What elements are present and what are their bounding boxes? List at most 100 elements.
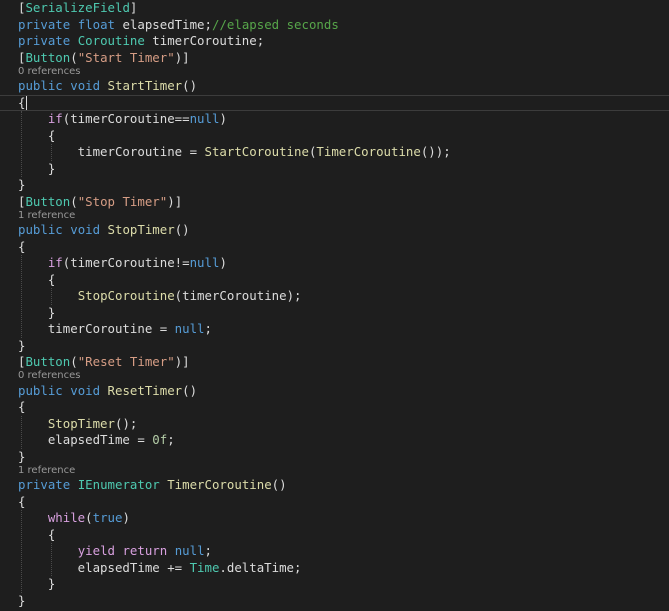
- code-line[interactable]: [SerializeField]: [0, 0, 669, 16]
- token-keyword: private: [18, 33, 71, 48]
- code-line[interactable]: timerCoroutine = StartCoroutine(TimerCor…: [0, 144, 669, 160]
- code-line[interactable]: }: [0, 576, 669, 592]
- code-line[interactable]: public void ResetTimer(): [0, 383, 669, 399]
- indent-guide: [21, 415, 22, 449]
- code-line[interactable]: if(timerCoroutine!=null): [0, 255, 669, 271]
- code-line[interactable]: private Coroutine timerCoroutine;: [0, 33, 669, 49]
- code-line[interactable]: [Button("Start Timer")]: [0, 50, 669, 66]
- code-line[interactable]: elapsedTime = 0f;: [0, 432, 669, 448]
- token-plain: }: [18, 448, 26, 464]
- token-plain: {: [18, 127, 56, 143]
- indent-guide: [50, 288, 52, 305]
- token-plain: (): [182, 382, 198, 398]
- code-line[interactable]: public void StopTimer(): [0, 222, 669, 238]
- code-line[interactable]: {: [0, 128, 669, 144]
- token-type: IEnumerator: [77, 477, 160, 492]
- token-plain: )]: [174, 49, 190, 65]
- code-line[interactable]: [Button("Reset Timer")]: [0, 354, 669, 370]
- token-plain: (timerCoroutine!=: [62, 255, 190, 270]
- token-plain: timerCoroutine;: [144, 33, 265, 48]
- token-plain: (: [85, 510, 93, 525]
- token-plain: )]: [167, 193, 183, 209]
- token-control: return: [122, 543, 168, 558]
- token-plain: }: [18, 576, 56, 591]
- token-keyword: float: [77, 16, 115, 32]
- code-line[interactable]: {: [0, 399, 669, 415]
- token-comment: //elapsed seconds: [211, 16, 339, 32]
- token-plain: (timerCoroutine==: [62, 111, 190, 126]
- token-plain: (: [70, 49, 78, 65]
- token-method: StartTimer: [107, 78, 183, 93]
- token-string: "Start Timer": [77, 49, 175, 65]
- token-plain: (): [182, 78, 198, 93]
- code-editor[interactable]: [SerializeField] private float elapsedTim…: [0, 0, 669, 611]
- token-plain: {: [18, 526, 56, 542]
- token-keyword: public: [18, 78, 63, 93]
- token-type: Button: [25, 354, 71, 369]
- indent-guide: [21, 111, 22, 177]
- token-plain: (): [271, 477, 287, 492]
- codelens-references[interactable]: 0 references: [18, 370, 81, 382]
- code-line[interactable]: while(true): [0, 510, 669, 526]
- token-plain: {: [18, 94, 26, 110]
- token-method: StopTimer: [107, 222, 175, 237]
- code-line[interactable]: if(timerCoroutine==null): [0, 111, 669, 127]
- token-plain: (: [70, 354, 78, 369]
- codelens-references[interactable]: 1 reference: [18, 210, 75, 222]
- codelens-references[interactable]: 0 references: [18, 66, 81, 78]
- token-plain: )]: [174, 354, 190, 369]
- code-line[interactable]: private IEnumerator TimerCoroutine(): [0, 477, 669, 493]
- code-line[interactable]: private float elapsedTime;//elapsed seco…: [0, 17, 669, 33]
- token-plain: }: [18, 160, 56, 176]
- code-line[interactable]: }: [0, 305, 669, 321]
- indent-guide: [50, 144, 52, 161]
- token-control: yield: [77, 543, 115, 558]
- code-line[interactable]: timerCoroutine = null;: [0, 321, 669, 337]
- codelens-references[interactable]: 1 reference: [18, 465, 75, 477]
- token-plain: {: [18, 238, 26, 254]
- token-plain: {: [18, 493, 26, 509]
- token-plain: .deltaTime;: [219, 559, 302, 575]
- code-line[interactable]: StopTimer();: [0, 416, 669, 432]
- token-type: SerializeField: [25, 0, 130, 15]
- token-keyword: public: [18, 222, 63, 237]
- indent-guide: [21, 255, 22, 338]
- code-line[interactable]: {: [0, 239, 669, 255]
- code-line[interactable]: elapsedTime += Time.deltaTime;: [0, 560, 669, 576]
- code-line[interactable]: [Button("Stop Timer")]: [0, 194, 669, 210]
- code-line[interactable]: }: [0, 177, 669, 193]
- code-line[interactable]: }: [0, 449, 669, 465]
- code-line-current[interactable]: {: [0, 94, 669, 111]
- token-plain: ();: [114, 415, 138, 431]
- token-method: TimerCoroutine: [316, 144, 421, 159]
- token-control: if: [47, 255, 63, 270]
- token-method: ResetTimer: [107, 382, 183, 398]
- code-line[interactable]: }: [0, 338, 669, 354]
- token-plain: (timerCoroutine);: [174, 288, 302, 303]
- code-line[interactable]: {: [0, 494, 669, 510]
- code-line[interactable]: StopCoroutine(timerCoroutine);: [0, 288, 669, 304]
- code-line[interactable]: }: [0, 161, 669, 177]
- code-line[interactable]: yield return null;: [0, 543, 669, 559]
- code-line[interactable]: {: [0, 527, 669, 543]
- token-keyword: true: [92, 510, 123, 525]
- token-plain: ;: [167, 432, 175, 447]
- token-keyword: void: [70, 382, 101, 398]
- token-keyword: null: [174, 321, 205, 336]
- token-type: Time: [189, 559, 220, 575]
- code-line[interactable]: }: [0, 593, 669, 609]
- code-line[interactable]: public void StartTimer(): [0, 78, 669, 94]
- code-line[interactable]: {: [0, 272, 669, 288]
- token-plain: elapsedTime =: [18, 432, 153, 447]
- token-method: TimerCoroutine: [167, 477, 272, 492]
- token-type: Button: [25, 49, 71, 65]
- token-plain: ): [122, 510, 130, 525]
- token-number: 0f: [152, 432, 168, 447]
- token-plain: }: [18, 304, 56, 320]
